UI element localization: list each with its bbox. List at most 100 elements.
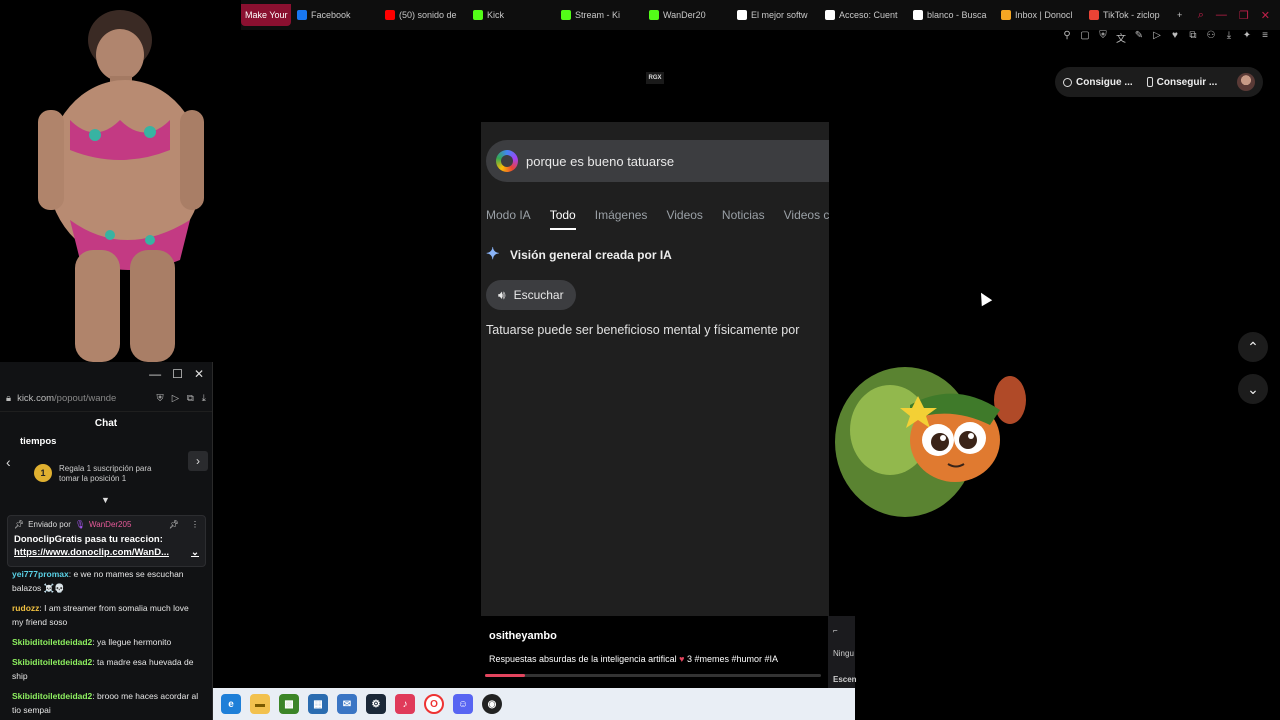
rgx-logo: RGX (646, 72, 664, 84)
ai-icon[interactable]: ✦ (1242, 30, 1252, 46)
kick-icon (649, 10, 659, 20)
consigue-label: Consigue ... (1076, 76, 1133, 88)
browser-tab[interactable]: Kick (467, 0, 555, 30)
play-icon[interactable]: ▷ (1152, 30, 1162, 46)
obs-icon[interactable]: ◉ (482, 694, 502, 714)
search-tab[interactable]: Videos c (784, 208, 829, 222)
caption-username[interactable]: ositheyambo (489, 630, 557, 642)
ai-overview-heading: ✦ Visión general creada por IA (486, 247, 672, 263)
kick-icon (473, 10, 483, 20)
scroll-up-button[interactable]: ⌃ (1238, 332, 1268, 362)
browser-tab[interactable]: El mejor softw (731, 0, 819, 30)
avatar[interactable] (1237, 73, 1255, 91)
opera-icon[interactable]: O (424, 694, 444, 714)
shield-icon[interactable]: ⛨ (157, 393, 164, 404)
search-tab[interactable]: Videos (666, 208, 702, 222)
extensions-icon[interactable]: ⧉ (187, 393, 194, 404)
close-icon[interactable]: ✕ (1261, 9, 1270, 22)
tiktok-icon[interactable]: ♪ (395, 694, 415, 714)
minecraft-icon[interactable]: ▩ (279, 694, 299, 714)
minimize-icon[interactable]: — (149, 367, 161, 381)
conseguir-label: Conseguir ... (1156, 76, 1218, 88)
chat-window-controls: — ☐ ✕ (0, 362, 212, 386)
edit-icon[interactable]: ✎ (1134, 30, 1144, 46)
chat-username[interactable]: Skibiditoiletdeidad2 (12, 691, 92, 701)
consigue-button[interactable]: Consigue ... (1063, 77, 1133, 88)
browser-tab[interactable]: WanDer20 (643, 0, 731, 30)
chat-message: Skibiditoiletdeidad2: ta madre esa hueva… (12, 655, 201, 683)
listen-button[interactable]: 🔊︎ Escuchar (486, 280, 576, 310)
search-icon[interactable]: ⌕ (1198, 9, 1204, 22)
browser-tab[interactable]: TikTok - ziclop (1083, 0, 1171, 30)
browser-tab[interactable]: Facebook (291, 0, 379, 30)
browser-tab-strip: Make Your Facebook (50) sonido de Kick Strea… (241, 0, 1280, 30)
browser-tab[interactable]: (50) sonido de (379, 0, 467, 30)
scroll-down-button[interactable]: ⌄ (1238, 374, 1268, 404)
browser-tab[interactable]: blanco - Busca (907, 0, 995, 30)
chat-username[interactable]: yei777promax (12, 569, 69, 579)
discord-icon[interactable]: ☺ (453, 694, 473, 714)
collapse-icon[interactable]: ▼ (101, 495, 110, 505)
browser-tab[interactable]: Inbox | Donocl (995, 0, 1083, 30)
pinned-author[interactable]: WanDer205 (89, 520, 131, 529)
search-tab[interactable]: Modo IA (486, 208, 531, 222)
chat-username[interactable]: Skibiditoiletdeidad2 (12, 637, 92, 647)
chat-message: Skibiditoiletdeidad2: ya llegue hermonit… (12, 635, 201, 649)
tab-label: Kick (487, 10, 505, 20)
mouse-cursor (975, 289, 993, 307)
steam-icon[interactable]: ⚙ (366, 694, 386, 714)
gift-text-line-2: tomar la posición 1 (59, 474, 127, 483)
profile-icon[interactable]: ⚇ (1206, 30, 1216, 46)
browser-tab[interactable]: Acceso: Cuent (819, 0, 907, 30)
new-tab-button[interactable]: + (1171, 0, 1188, 30)
pin-icon[interactable]: ⚲ (1062, 30, 1072, 46)
gift-sub-text[interactable]: Regala 1 suscripción para tomar la posic… (59, 464, 152, 484)
heart-icon[interactable]: ♥ (1170, 30, 1180, 46)
chevron-right-icon[interactable]: › (188, 451, 208, 471)
sub-gift-strip: tiempos ‹ › 1 Regala 1 suscripción para … (0, 434, 212, 505)
outlook-icon[interactable]: ✉ (337, 694, 357, 714)
extensions-icon[interactable]: ⧉ (1188, 30, 1198, 46)
mascot-sticker (835, 367, 1026, 517)
search-tab[interactable]: Noticias (722, 208, 765, 222)
pinned-link[interactable]: https://www.donoclip.com/WanD... (14, 547, 169, 558)
obs-label-1: Ningu (833, 649, 854, 658)
folder-icon[interactable]: ▬ (250, 694, 270, 714)
pin-icon: 📌︎ (14, 520, 25, 529)
play-icon[interactable]: ▷ (172, 393, 179, 404)
more-icon[interactable]: ⋮ (191, 520, 199, 529)
chat-username[interactable]: rudozz (12, 603, 39, 613)
maximize-icon[interactable]: ☐ (172, 367, 183, 381)
obs-label-2: Escen (833, 675, 857, 684)
video-frame[interactable]: porque es bueno tatuarse Modo IA Todo Imág… (481, 122, 829, 616)
browser-tab[interactable]: Stream - Ki (555, 0, 643, 30)
unpin-icon[interactable]: 📌︎ (169, 520, 179, 529)
search-tab[interactable]: Imágenes (595, 208, 648, 222)
translate-icon[interactable]: 文 (1116, 30, 1126, 46)
minimize-icon[interactable]: — (1216, 9, 1227, 22)
restore-icon[interactable]: ❐ (1239, 9, 1249, 22)
chat-address-bar[interactable]: 🔒︎ kick.com/popout/wande ⛨ ▷ ⧉ ⤓ (0, 386, 212, 412)
chevron-left-icon[interactable]: ‹ (6, 454, 11, 470)
screenshot-icon[interactable]: ▢ (1080, 30, 1090, 46)
speaker-icon: 🔊︎ (498, 287, 506, 302)
heart-icon: ♥ (679, 654, 685, 664)
close-icon[interactable]: ✕ (194, 367, 204, 381)
url-path: /popout/wande (54, 393, 117, 404)
search-tab[interactable]: Todo (549, 208, 576, 230)
search-bar[interactable]: porque es bueno tatuarse (486, 140, 829, 182)
conseguir-button[interactable]: Conseguir ... (1146, 76, 1218, 88)
menu-icon[interactable]: ≡ (1260, 30, 1270, 46)
chevron-down-icon[interactable]: ⌄ (191, 547, 199, 558)
download-icon[interactable]: ⤓ (1224, 30, 1234, 46)
chat-username[interactable]: Skibiditoiletdeidad2 (12, 657, 92, 667)
pinned-message[interactable]: 📌︎ Enviado por 🎙︎ WanDer205 📌︎ ⋮ Donocli… (7, 515, 206, 567)
edge-icon[interactable]: e (221, 694, 241, 714)
browser-toolbar: ⚲ ▢ ⛨ 文 ✎ ▷ ♥ ⧉ ⚇ ⤓ ✦ ≡ (1050, 30, 1280, 46)
calculator-icon[interactable]: ▦ (308, 694, 328, 714)
shield-icon[interactable]: ⛨ (1098, 30, 1108, 46)
top-right-actions: Consigue ... Conseguir ... (1055, 67, 1263, 97)
video-progress-bar[interactable] (485, 674, 821, 677)
browser-tab[interactable]: Make Your (241, 4, 291, 26)
download-icon[interactable]: ⤓ (202, 393, 206, 404)
